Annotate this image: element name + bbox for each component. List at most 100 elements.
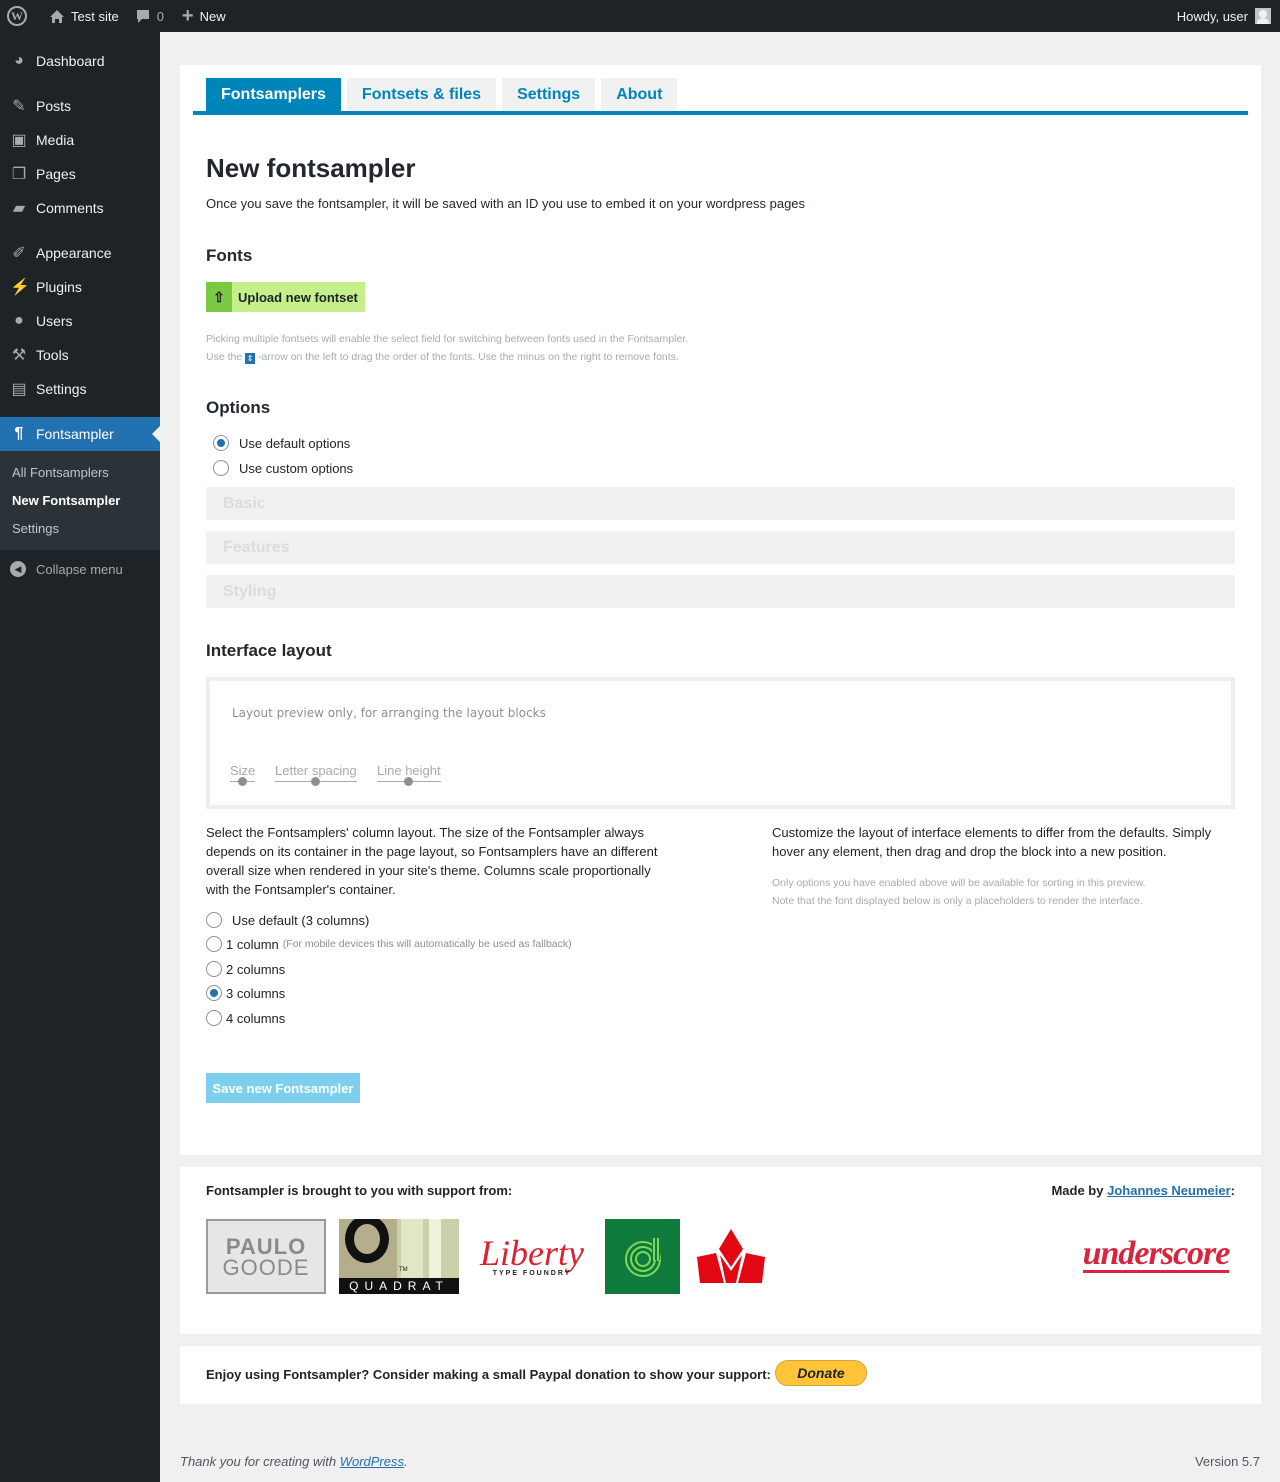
columns-3-radio[interactable]	[206, 985, 222, 1001]
columns-3-row[interactable]: 3 columns	[206, 985, 285, 1001]
tab-fontsamplers[interactable]: Fontsamplers	[206, 78, 341, 111]
support-panel: Fontsampler is brought to you with suppo…	[180, 1167, 1261, 1334]
nav-tabs: Fontsamplers Fontsets & files Settings A…	[193, 78, 1248, 115]
green-foundry-logo[interactable]	[605, 1219, 680, 1294]
columns-2-row[interactable]: 2 columns	[206, 961, 285, 977]
footer-version: Version 5.7	[1194, 1454, 1260, 1469]
sidebar-item-plugins[interactable]: ⚡ Plugins	[0, 270, 160, 304]
tab-about[interactable]: About	[601, 78, 678, 111]
columns-1-row[interactable]: 1 column (For mobile devices this will a…	[206, 936, 572, 952]
liberty-type-foundry-logo[interactable]: Liberty TYPE FOUNDRY	[472, 1219, 592, 1294]
sidebar-item-media[interactable]: ▣ Media	[0, 123, 160, 157]
donate-text: Enjoy using Fontsampler? Consider making…	[206, 1367, 771, 1382]
columns-description: Select the Fontsamplers' column layout. …	[206, 825, 658, 897]
accordion-styling[interactable]: Styling	[206, 575, 1235, 608]
accordion-basic[interactable]: Basic	[206, 487, 1235, 520]
pages-icon: ❐	[11, 166, 27, 183]
fontsampler-submenu: All Fontsamplers New Fontsampler Setting…	[0, 451, 160, 550]
columns-2-radio[interactable]	[206, 961, 222, 977]
upload-fontset-button[interactable]: ⇧ Upload new fontset	[206, 282, 365, 312]
columns-default-radio[interactable]	[206, 912, 222, 928]
red-crown-icon	[696, 1228, 765, 1283]
wrench-icon: ⚒	[11, 347, 27, 364]
sidebar-item-settings[interactable]: ▤ Settings	[0, 372, 160, 406]
customize-note: Only options you have enabled above will…	[772, 877, 1146, 907]
line-height-slider-knob[interactable]	[404, 777, 413, 786]
support-title: Fontsampler is brought to you with suppo…	[206, 1183, 513, 1198]
size-slider-knob[interactable]	[238, 777, 247, 786]
columns-default-row[interactable]: Use default (3 columns)	[206, 912, 369, 928]
sidebar-item-users[interactable]: ● Users	[0, 304, 160, 338]
letter-spacing-slider-knob[interactable]	[311, 777, 320, 786]
made-by: Made by Johannes Neumeier:	[1051, 1183, 1235, 1198]
option-custom-radio-row[interactable]: Use custom options	[213, 460, 353, 476]
sidebar-item-dashboard[interactable]: ◕ Dashboard	[0, 44, 160, 78]
options-heading: Options	[206, 398, 271, 417]
green-d-mark-icon	[624, 1237, 661, 1277]
sidebar-item-fontsampler[interactable]: ¶ Fontsampler	[0, 417, 160, 451]
interface-layout-heading: Interface layout	[206, 641, 332, 660]
comment-icon: ▰	[12, 200, 26, 217]
plus-icon: +	[181, 4, 194, 27]
option-custom-radio[interactable]	[213, 460, 229, 476]
fonts-hint: Picking multiple fontsets will enable th…	[206, 333, 689, 364]
underscore-logo[interactable]: underscore	[1076, 1225, 1236, 1285]
tab-fontsets-files[interactable]: Fontsets & files	[346, 78, 497, 111]
howdy-text: Howdy, user	[1176, 8, 1248, 24]
pilcrow-icon: ¶	[14, 425, 24, 442]
footer-thanks: Thank you for creating with WordPress.	[180, 1454, 408, 1469]
new-label: New	[199, 8, 226, 24]
accordion-features[interactable]: Features	[206, 531, 1235, 564]
line-height-slider-block[interactable]: Line height	[377, 763, 441, 786]
quadrat-logo[interactable]: TM QUADRAT	[339, 1219, 459, 1294]
tab-settings[interactable]: Settings	[502, 78, 596, 111]
submenu-settings[interactable]: Settings	[0, 514, 160, 542]
author-link[interactable]: Johannes Neumeier	[1107, 1183, 1231, 1198]
layout-preview-text: Layout preview only, for arranging the l…	[232, 706, 546, 720]
columns-4-row[interactable]: 4 columns	[206, 1010, 285, 1026]
site-name: Test site	[71, 8, 119, 24]
user-icon: ●	[14, 312, 24, 329]
pin-icon: ✎	[12, 98, 26, 115]
plug-icon: ⚡	[10, 279, 30, 296]
option-default-radio-row[interactable]: Use default options	[213, 435, 350, 451]
brush-icon: ✐	[12, 245, 26, 262]
wordpress-link[interactable]: WordPress	[340, 1454, 404, 1469]
columns-1-radio[interactable]	[206, 936, 222, 952]
sidebar-item-comments[interactable]: ▰ Comments	[0, 191, 160, 225]
site-name-link[interactable]: Test site	[35, 0, 127, 32]
sidebar-item-pages[interactable]: ❐ Pages	[0, 157, 160, 191]
home-icon	[49, 9, 65, 24]
comments-link[interactable]: 0	[127, 0, 172, 32]
red-crown-logo[interactable]	[693, 1219, 768, 1294]
sidebar-item-tools[interactable]: ⚒ Tools	[0, 338, 160, 372]
media-icon: ▣	[11, 132, 27, 149]
layout-preview: Layout preview only, for arranging the l…	[206, 677, 1235, 809]
dashboard-icon: ◕	[14, 52, 24, 69]
collapse-menu-button[interactable]: ◀ Collapse menu	[0, 552, 160, 586]
paulo-goode-logo[interactable]: PAULO GOODE	[206, 1219, 326, 1294]
new-content-link[interactable]: + New	[172, 0, 234, 32]
size-slider-block[interactable]: Size	[230, 763, 255, 786]
customize-description: Customize the layout of interface elemen…	[772, 825, 1212, 859]
option-default-radio[interactable]	[213, 435, 229, 451]
paypal-donate-button[interactable]: Donate	[775, 1360, 867, 1386]
columns-4-radio[interactable]	[206, 1010, 222, 1026]
my-account-menu[interactable]: Howdy, user	[1169, 0, 1280, 32]
fonts-heading: Fonts	[206, 246, 253, 265]
avatar	[1255, 8, 1271, 24]
letter-spacing-slider-block[interactable]: Letter spacing	[275, 763, 357, 786]
wordpress-logo-icon: W	[7, 6, 27, 26]
collapse-arrow-icon: ◀	[10, 561, 26, 577]
save-fontsampler-button[interactable]: Save new Fontsampler	[206, 1073, 360, 1103]
settings-icon: ▤	[11, 381, 27, 398]
upload-arrow-icon: ⇧	[206, 282, 232, 312]
comments-count: 0	[156, 8, 164, 24]
sidebar-item-appearance[interactable]: ✐ Appearance	[0, 236, 160, 270]
wp-logo-menu[interactable]: W	[0, 0, 35, 32]
submenu-new-fontsampler[interactable]: New Fontsampler	[0, 486, 160, 514]
admin-bar: W Test site 0 + New Howdy, user	[0, 0, 1280, 32]
sidebar-item-posts[interactable]: ✎ Posts	[0, 89, 160, 123]
submenu-all-fontsamplers[interactable]: All Fontsamplers	[0, 458, 160, 486]
admin-sidebar: ◕ Dashboard ✎ Posts ▣ Media ❐ Pages ▰ Co…	[0, 32, 160, 1482]
